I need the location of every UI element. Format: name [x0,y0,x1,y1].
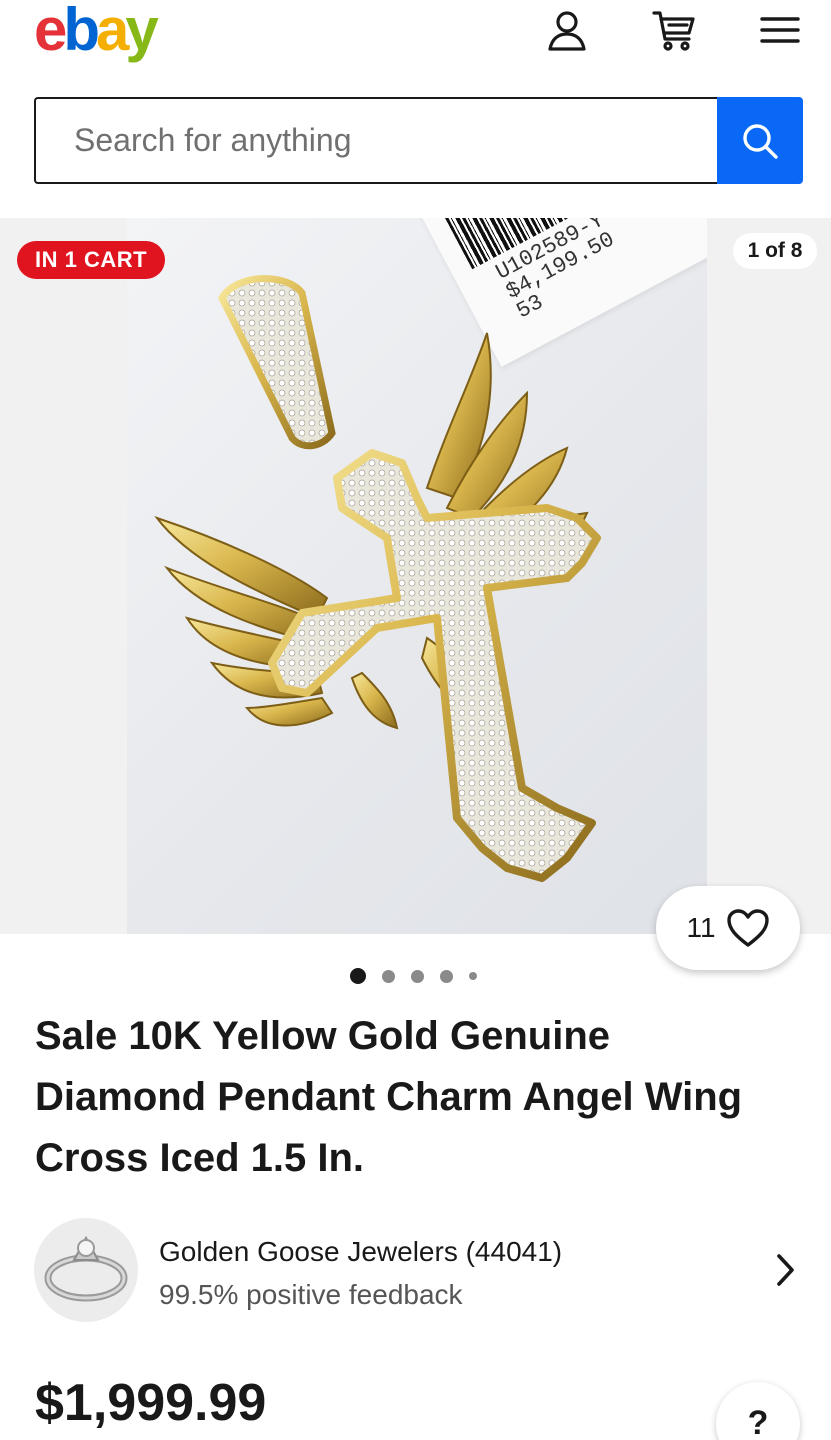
pagination-dot[interactable] [440,969,453,983]
ebay-logo[interactable]: ebay [34,0,159,66]
in-cart-badge: IN 1 CART [17,241,166,279]
pagination-dot[interactable] [382,969,395,983]
cart-icon[interactable] [650,6,698,54]
pagination-dot[interactable] [411,969,424,983]
seller-name: Golden Goose Jewelers (44041) [159,1236,563,1267]
chevron-right-icon [777,1254,794,1286]
pagination-dot[interactable] [469,972,477,980]
watchlist-button[interactable]: 11 [656,886,800,970]
header: ebay [0,0,831,72]
image-counter: 1 of 8 [733,233,817,269]
listing-title: Sale 10K Yellow Gold Genuine Diamond Pen… [35,1014,743,1180]
angel-wing-cross-pendant [154,275,601,882]
search-icon [743,123,778,159]
product-photo[interactable]: U102589-Y $4,199.50 53 [127,218,707,934]
seller-feedback: 99.5% positive feedback [159,1279,463,1310]
watch-count: 11 [686,912,716,943]
search-button[interactable] [717,97,803,184]
seller-info[interactable]: Golden Goose Jewelers (44041) 99.5% posi… [34,1218,804,1322]
search-input[interactable] [34,97,717,184]
help-button[interactable]: ? [716,1382,800,1440]
search-bar [34,97,803,184]
heart-icon [726,909,769,947]
pagination-dot-active[interactable] [350,968,366,984]
hamburger-menu-icon[interactable] [756,6,804,54]
seller-avatar [34,1218,138,1322]
item-price: $1,999.99 [35,1374,267,1432]
user-icon[interactable] [543,6,591,54]
image-gallery[interactable]: U102589-Y $4,199.50 53 IN 1 CART 1 of 8 [0,218,831,934]
gallery-pagination[interactable] [350,966,477,986]
